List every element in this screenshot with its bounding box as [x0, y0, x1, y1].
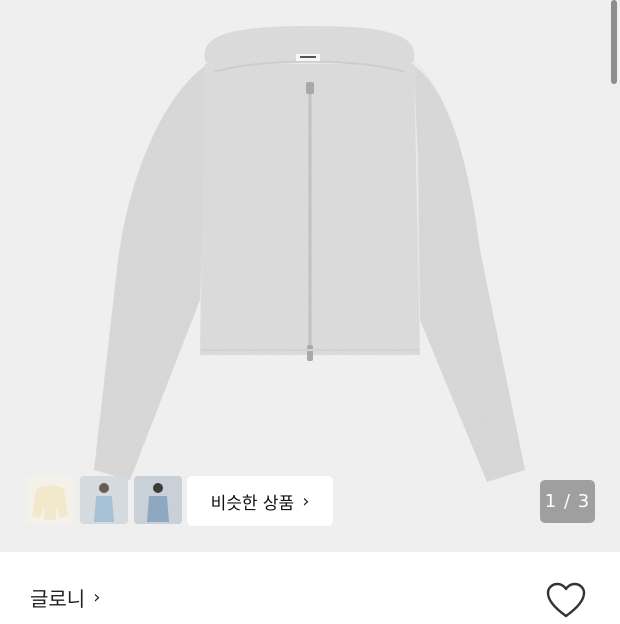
thumbnail-image — [32, 485, 68, 520]
brand-name: 글로니 — [30, 587, 86, 611]
heart-outline-icon — [546, 582, 586, 618]
thumbnail-image — [134, 476, 182, 524]
thumbnail-3[interactable] — [134, 476, 182, 524]
brand-link[interactable]: 글로니 › — [30, 583, 100, 612]
wishlist-button[interactable] — [546, 582, 586, 620]
similar-products-button[interactable]: 비슷한 상품 › — [187, 476, 333, 526]
thumbnail-2[interactable] — [80, 476, 128, 524]
thumbnail-1[interactable] — [26, 476, 74, 524]
similar-products-label: 비슷한 상품 — [210, 493, 295, 514]
product-image-gallery[interactable]: 비슷한 상품 › 1 / 3 — [0, 0, 620, 552]
chevron-right-icon: › — [93, 587, 101, 608]
hoodie-garment — [94, 26, 525, 482]
thumbnail-image — [80, 476, 128, 524]
product-image — [94, 26, 525, 482]
scrollbar-thumb[interactable] — [611, 0, 617, 84]
image-pager: 1 / 3 — [540, 480, 595, 523]
chevron-right-icon: › — [302, 490, 310, 512]
thumbnail-strip — [26, 476, 182, 524]
